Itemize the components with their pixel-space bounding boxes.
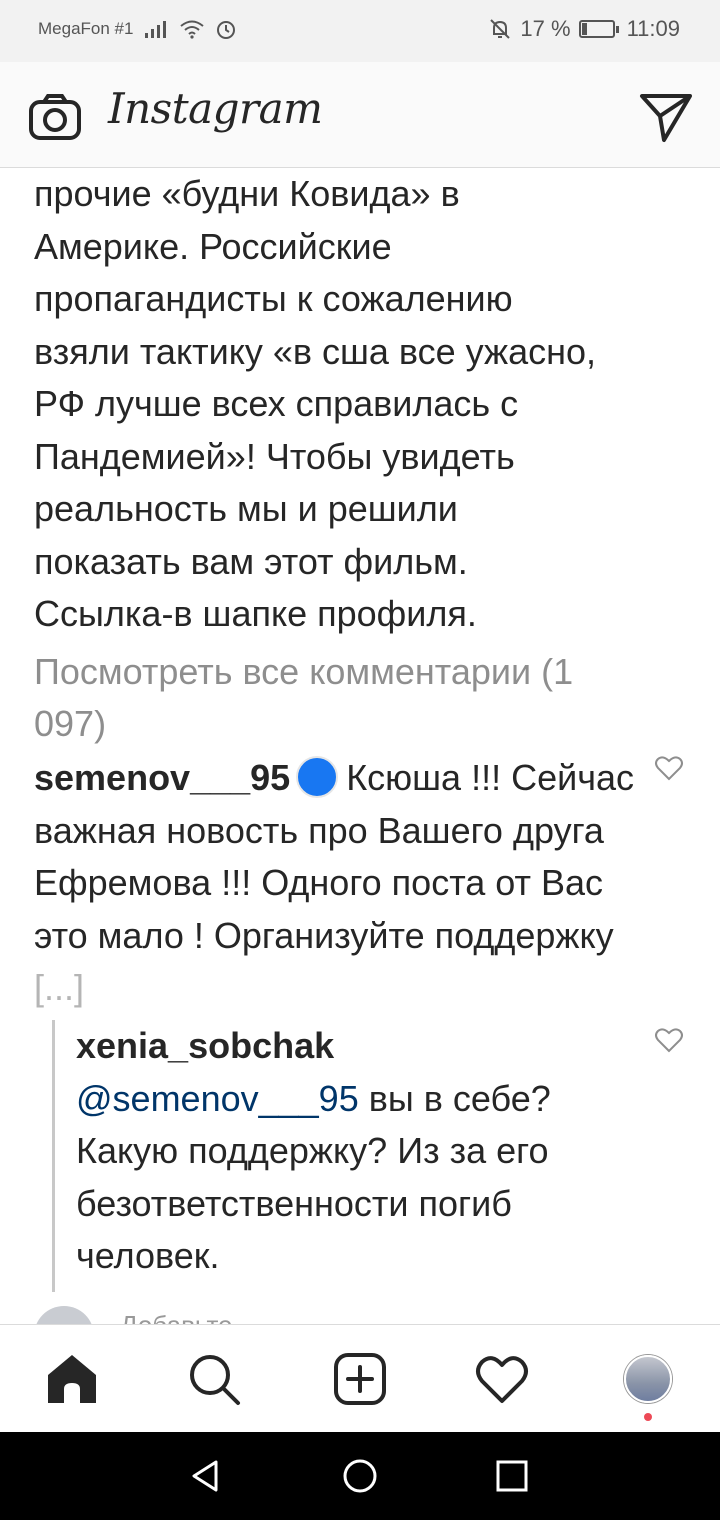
- nav-profile[interactable]: [618, 1349, 678, 1409]
- notification-dot: [644, 1413, 652, 1421]
- nav-search[interactable]: [184, 1349, 244, 1409]
- reply-like-heart-icon[interactable]: [654, 1026, 684, 1054]
- battery-icon: [578, 20, 619, 38]
- home-circle-icon[interactable]: [340, 1456, 380, 1496]
- new-post-icon: [334, 1353, 386, 1405]
- caption-line: прочие «будни Ковида» в: [34, 173, 460, 214]
- bottom-navigation: [0, 1324, 720, 1432]
- comment: semenov___95 Ксюша !!! Сейчас важная ново…: [34, 752, 634, 1015]
- caption-line: взяли тактику «в сша все ужасно,: [34, 330, 597, 372]
- signal-icon: [145, 21, 167, 38]
- caption-line: Ссылка-в шапке профиля.: [34, 593, 477, 634]
- camera-icon[interactable]: [28, 93, 82, 141]
- caption-line: показать вам этот фильм.: [34, 540, 468, 582]
- wifi-icon: [180, 20, 205, 39]
- caption-line: реальность мы и решили: [34, 488, 458, 529]
- battery-percent: 17 %: [520, 16, 571, 41]
- nav-activity[interactable]: [472, 1349, 532, 1409]
- comment-like-heart-icon[interactable]: [654, 754, 684, 782]
- comment-more-link[interactable]: [...]: [34, 967, 84, 1008]
- comment-text-first: Ксюша !!!: [346, 757, 502, 798]
- caption-line: Америке. Российские: [34, 225, 392, 267]
- user-avatar: [34, 1306, 94, 1324]
- activity-heart-icon: [476, 1356, 528, 1403]
- add-comment-placeholder[interactable]: Добавьте: [120, 1310, 233, 1324]
- view-all-comments-link[interactable]: Посмотреть все комментарии (1 097): [34, 646, 654, 750]
- status-bar: MegaFon #1 17 % 11:09: [0, 0, 720, 62]
- direct-message-icon[interactable]: [638, 88, 694, 144]
- reply-username[interactable]: xenia_sobchak: [76, 1020, 636, 1073]
- back-icon[interactable]: [186, 1456, 226, 1496]
- battery-level: [581, 23, 588, 35]
- profile-avatar: [624, 1355, 672, 1403]
- comment-username[interactable]: semenov___95: [34, 757, 290, 798]
- search-icon: [190, 1355, 240, 1405]
- status-left: MegaFon #1: [38, 18, 237, 40]
- status-right: 17 % 11:09: [488, 16, 680, 42]
- reply-comment: xenia_sobchak @semenov___95 вы в себе? К…: [76, 1020, 636, 1283]
- caption-line: Пандемией»! Чтобы увидеть: [34, 435, 515, 477]
- clock: 11:09: [626, 16, 680, 41]
- alarm-icon: [217, 21, 236, 39]
- nav-new-post[interactable]: [330, 1349, 390, 1409]
- app-header: Instagram: [0, 62, 720, 168]
- caption-line: РФ лучше всех справилась с: [34, 383, 519, 424]
- post-caption: прочие «будни Ковида» в Америке. Российс…: [34, 168, 694, 641]
- carrier-name: MegaFon #1: [38, 19, 134, 38]
- recents-square-icon[interactable]: [492, 1456, 532, 1496]
- nav-home[interactable]: [42, 1349, 102, 1409]
- reply-mention[interactable]: @semenov___95: [76, 1078, 359, 1119]
- home-icon: [48, 1355, 96, 1403]
- blue-circle-emoji: [296, 756, 339, 798]
- add-comment-row[interactable]: Добавьте: [34, 1296, 694, 1324]
- caption-line: пропагандисты к сожалению: [34, 278, 513, 319]
- instagram-logo[interactable]: Instagram: [108, 84, 323, 133]
- android-navigation-bar: [0, 1432, 720, 1520]
- mute-bell-icon: [490, 19, 511, 39]
- post-comments-area: прочие «будни Ковида» в Америке. Российс…: [0, 168, 720, 1324]
- reply-thread-line: [52, 1020, 55, 1292]
